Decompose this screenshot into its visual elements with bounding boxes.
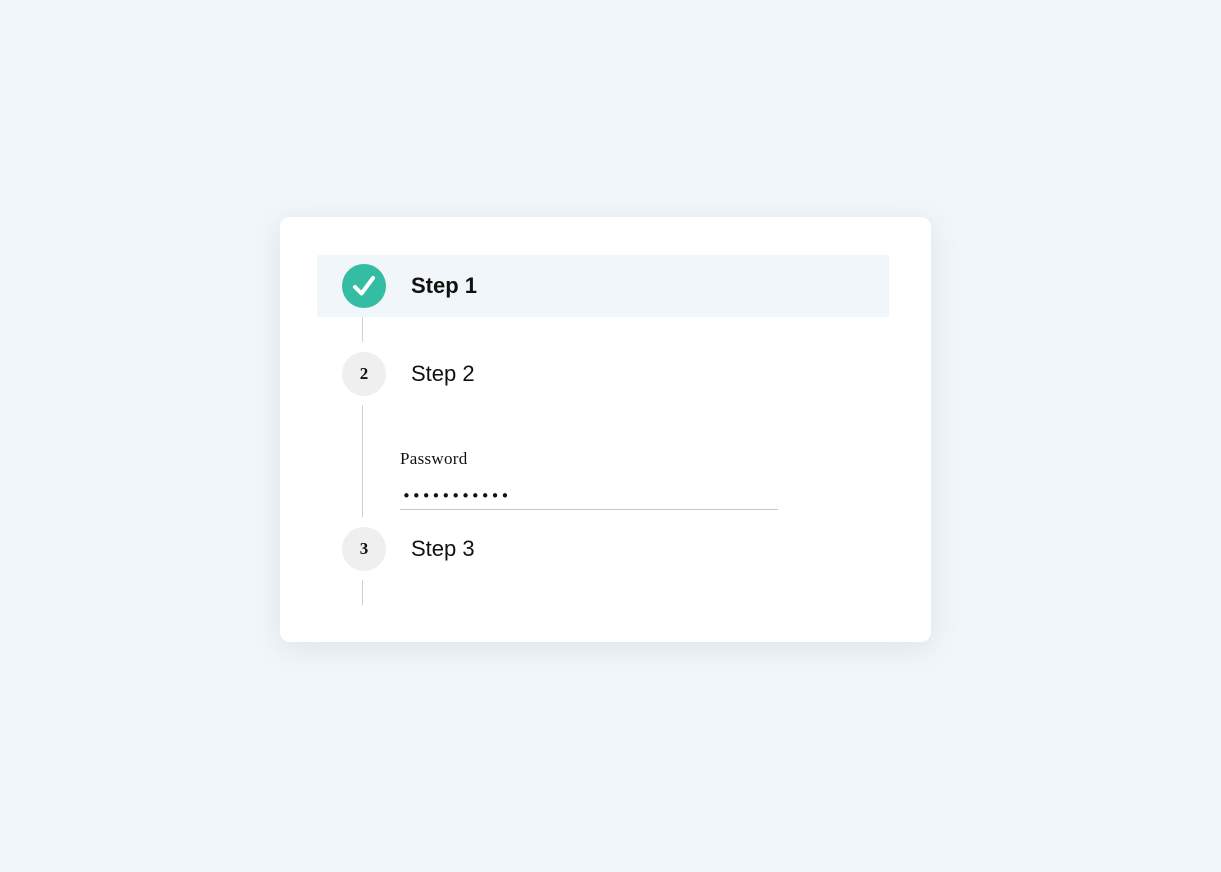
step-connector: [362, 580, 363, 605]
check-icon: [353, 276, 375, 296]
stepper-card: Step 1 2 Step 2 Password 3 Step 3: [280, 217, 931, 642]
step-connector: [362, 317, 363, 342]
step-2-header[interactable]: 2 Step 2: [317, 343, 889, 405]
step-1-label: Step 1: [411, 273, 478, 298]
step-2-number-badge: 2: [342, 352, 386, 396]
step-3-header[interactable]: 3 Step 3: [317, 518, 889, 580]
step-1-status-circle: [342, 264, 386, 308]
step-3-label: Step 3: [411, 536, 475, 561]
step-2-label: Step 2: [411, 361, 475, 386]
step-1-header[interactable]: Step 1: [317, 255, 889, 317]
password-label: Password: [400, 449, 468, 468]
step-3-number-badge: 3: [342, 527, 386, 571]
step-connector: [362, 405, 363, 517]
password-field[interactable]: [400, 482, 778, 510]
